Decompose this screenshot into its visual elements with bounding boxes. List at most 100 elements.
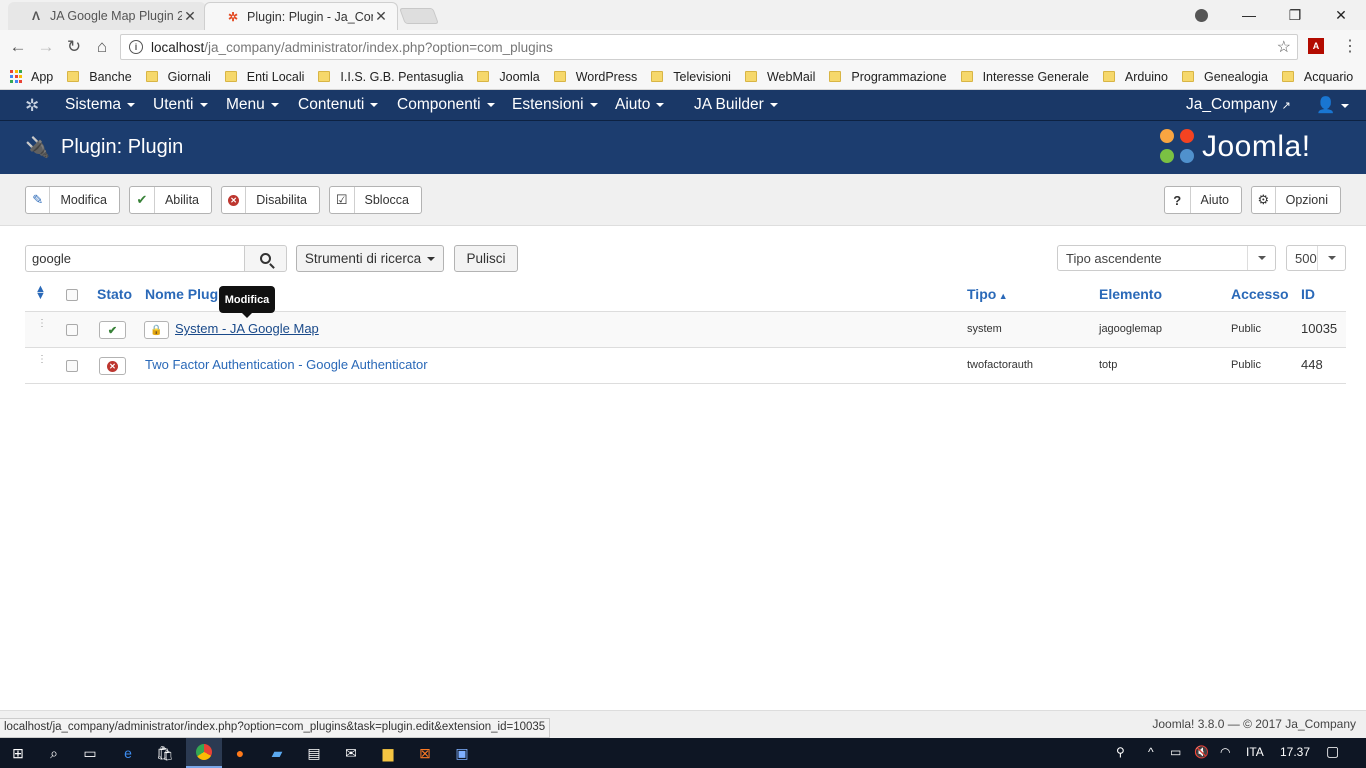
search-icon[interactable]: ⌕ (44, 743, 64, 763)
limit-select[interactable]: 500 (1286, 245, 1346, 271)
people-icon[interactable]: ⚲ (1116, 745, 1125, 759)
column-stato[interactable]: Stato (97, 286, 132, 302)
bookmark-folder[interactable]: Joomla (477, 70, 540, 84)
column-id[interactable]: ID (1301, 286, 1315, 302)
disabilita-button[interactable]: ✕ Disabilita (221, 186, 320, 214)
minimize-icon[interactable]: — (1226, 0, 1272, 30)
url-bar[interactable]: i localhost/ja_company/administrator/ind… (120, 34, 1298, 60)
menu-sistema[interactable]: Sistema (65, 96, 135, 114)
sort-select[interactable]: Tipo ascendente (1057, 245, 1276, 271)
chrome-menu-icon[interactable]: ⋮ (1342, 36, 1358, 56)
store-icon[interactable]: 🛍 (155, 743, 175, 763)
column-elemento[interactable]: Elemento (1099, 286, 1162, 302)
ordering-sort-icon[interactable]: ▲ ▼ (35, 284, 46, 302)
bookmark-folder[interactable]: Genealogia (1181, 70, 1268, 84)
forward-icon[interactable]: → (34, 36, 58, 58)
reload-icon[interactable]: ↻ (62, 36, 86, 58)
aiuto-button[interactable]: ? Aiuto (1164, 186, 1242, 214)
table-row: ⋮ ✔ 🔒 System - JA Google Map system jago… (25, 312, 1346, 348)
bookmark-folder[interactable]: Televisioni (651, 70, 731, 84)
menu-menu[interactable]: Menu (226, 96, 279, 114)
file-explorer-icon[interactable]: ▆ (378, 743, 398, 763)
select-all-checkbox[interactable] (66, 289, 78, 301)
edge-icon[interactable]: e (118, 743, 138, 763)
bookmark-folder[interactable]: Acquario (1281, 70, 1353, 84)
info-icon[interactable]: i (129, 40, 143, 54)
user-menu[interactable]: 👤 (1316, 96, 1350, 115)
bookmark-label: Programmazione (851, 69, 947, 84)
notifications-icon[interactable]: ▢ (1326, 743, 1339, 760)
wifi-icon[interactable]: ◠ (1220, 745, 1230, 759)
menu-estensioni[interactable]: Estensioni (512, 96, 598, 114)
search-input[interactable] (25, 245, 245, 272)
restore-icon[interactable]: ❐ (1272, 0, 1318, 30)
opzioni-button[interactable]: ⚙ Opzioni (1251, 186, 1341, 214)
column-tipo[interactable]: Tipo ▲ (967, 286, 1008, 302)
joomla-logo-icon[interactable]: ✲ (25, 96, 39, 116)
volume-muted-icon[interactable]: 🔇 (1194, 745, 1209, 759)
bookmark-apps[interactable]: App (10, 70, 53, 84)
bookmark-folder[interactable]: Giornali (145, 70, 211, 84)
drag-handle-icon[interactable]: ⋮ (37, 355, 47, 365)
menu-contenuti[interactable]: Contenuti (298, 96, 379, 114)
clock[interactable]: 17.37 (1280, 745, 1310, 759)
plugin-name-link[interactable]: Two Factor Authentication - Google Authe… (145, 357, 428, 372)
bookmark-folder[interactable]: Arduino (1102, 70, 1168, 84)
table-row: ⋮ ✕ Two Factor Authentication - Google A… (25, 348, 1346, 384)
modifica-button[interactable]: ✎ Modifica (25, 186, 120, 214)
plugin-name-link[interactable]: System - JA Google Map (175, 321, 319, 336)
terminal-icon[interactable]: ▤ (304, 743, 324, 763)
menu-utenti[interactable]: Utenti (153, 96, 208, 114)
task-view-icon[interactable]: ▭ (80, 743, 100, 763)
row-checkbox[interactable] (66, 360, 78, 372)
column-nome-plugin[interactable]: Nome Plugin (145, 286, 231, 302)
bookmark-folder[interactable]: Enti Locali (224, 70, 304, 84)
mail-icon[interactable]: ✉ (341, 743, 361, 763)
status-toggle-button[interactable]: ✕ (99, 357, 126, 375)
close-tab-icon[interactable]: ✕ (373, 8, 389, 25)
language-indicator[interactable]: ITA (1246, 745, 1264, 759)
url-path: /ja_company/administrator/index.php?opti… (204, 39, 553, 55)
menu-aiuto[interactable]: Aiuto (615, 96, 665, 114)
sblocca-button[interactable]: ☑ Sblocca (329, 186, 422, 214)
row-checkbox[interactable] (66, 324, 78, 336)
site-link[interactable]: Ja_Company ↗ (1186, 96, 1291, 114)
drag-handle-icon[interactable]: ⋮ (37, 319, 47, 329)
xampp-icon[interactable]: ⊠ (415, 743, 435, 763)
bookmark-folder[interactable]: Programmazione (829, 69, 947, 84)
browser-tab-ja-google-map[interactable]: Λ JA Google Map Plugin 2.0 ✕ (8, 2, 206, 30)
battery-icon[interactable]: ▭ (1170, 745, 1181, 759)
menu-ja-builder[interactable]: JA Builder (694, 96, 778, 114)
bookmark-folder[interactable]: WordPress (553, 70, 637, 84)
bookmark-star-icon[interactable]: ☆ (1277, 37, 1291, 57)
chrome-icon[interactable] (186, 738, 222, 768)
search-tools-button[interactable]: Strumenti di ricerca (296, 245, 444, 272)
new-tab-button[interactable] (399, 8, 439, 24)
abilita-button[interactable]: ✔ Abilita (129, 186, 212, 214)
search-button[interactable] (244, 245, 287, 272)
close-tab-icon[interactable]: ✕ (182, 8, 198, 25)
browser-tab-plugin[interactable]: ✲ Plugin: Plugin - Ja_Company ✕ (204, 2, 398, 30)
bookmark-folder[interactable]: Interesse Generale (960, 70, 1089, 84)
back-icon[interactable]: ← (6, 36, 30, 58)
clear-button[interactable]: Pulisci (454, 245, 518, 272)
bookmark-folder[interactable]: I.I.S. G.B. Pentasuglia (318, 70, 463, 84)
browser-tabstrip: Λ JA Google Map Plugin 2.0 ✕ ✲ Plugin: P… (0, 0, 1366, 30)
app-icon[interactable]: ▰ (267, 743, 287, 763)
status-toggle-button[interactable]: ✔ (99, 321, 126, 339)
windows-start-icon[interactable]: ⊞ (8, 743, 28, 763)
lock-icon[interactable]: 🔒 (144, 321, 169, 339)
menu-componenti[interactable]: Componenti (397, 96, 495, 114)
firefox-icon[interactable]: ● (230, 743, 250, 763)
column-accesso[interactable]: Accesso (1231, 286, 1289, 302)
bookmarks-bar: App Banche Giornali Enti Locali I.I.S. G… (0, 64, 1366, 90)
home-icon[interactable]: ⌂ (90, 36, 114, 58)
bookmark-label: Banche (89, 69, 132, 84)
profile-icon[interactable] (1178, 0, 1224, 30)
close-window-icon[interactable]: ✕ (1318, 0, 1364, 30)
tray-chevron-icon[interactable]: ^ (1148, 745, 1154, 759)
editor-icon[interactable]: ▣ (452, 743, 472, 763)
bookmark-folder[interactable]: Banche (67, 69, 132, 84)
pdf-extension-icon[interactable]: A (1308, 38, 1324, 54)
bookmark-folder[interactable]: WebMail (744, 70, 815, 84)
